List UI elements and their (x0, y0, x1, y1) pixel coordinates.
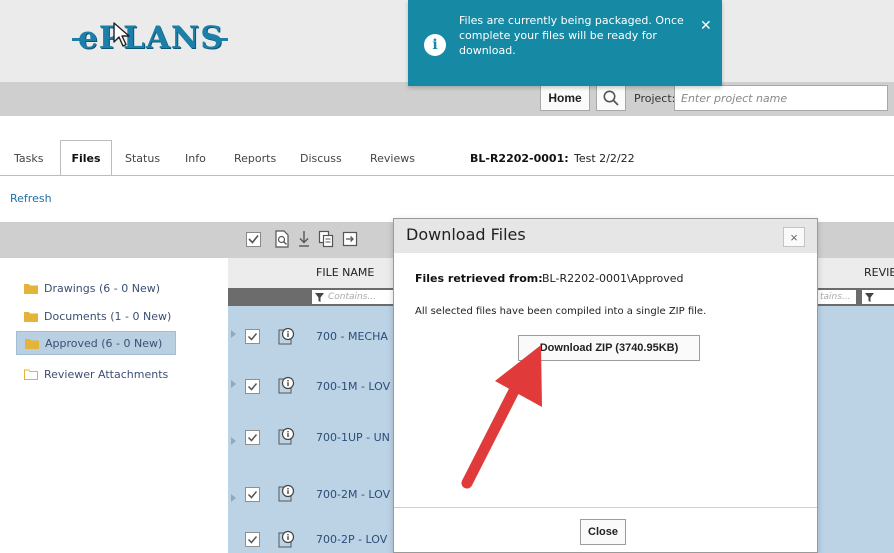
checkmark-icon (247, 491, 258, 499)
refresh-link[interactable]: Refresh (10, 192, 52, 205)
search-icon (603, 90, 619, 106)
file-name[interactable]: 700-1UP - UN (316, 431, 390, 444)
dialog-title: Download Files (406, 225, 526, 244)
logo-underline-left (72, 38, 82, 41)
record-title: Test 2/2/22 (574, 152, 635, 165)
close-button[interactable]: Close (580, 519, 626, 545)
info-icon: i (424, 34, 446, 56)
checkmark-icon (247, 333, 258, 341)
files-retrieved-path: BL-R2202-0001\Approved (542, 272, 684, 285)
tab-files[interactable]: Files (60, 140, 112, 176)
checkmark-icon (247, 434, 258, 442)
column-header-file-name[interactable]: FILE NAME (316, 266, 374, 279)
tab-status[interactable]: Status (125, 140, 160, 176)
files-retrieved-label: Files retrieved from: (415, 272, 543, 285)
logo-text: ePLANS (78, 20, 224, 56)
select-all-checkbox-icon[interactable] (245, 229, 263, 249)
project-search-input[interactable] (674, 85, 888, 111)
file-name-filter[interactable]: Contains... (312, 290, 394, 304)
compiled-message: All selected files have been compiled in… (415, 306, 707, 317)
file-info-icon[interactable] (276, 426, 296, 446)
checkmark-icon (247, 383, 258, 391)
file-name[interactable]: 700 - MECHA (316, 330, 388, 343)
filter-placeholder: Contains... (328, 292, 377, 302)
tab-divider (0, 175, 894, 176)
column-header-reviews[interactable]: REVIE (864, 266, 894, 279)
annotation-arrow-icon (461, 345, 542, 489)
file-name[interactable]: 700-1M - LOV (316, 380, 390, 393)
expand-row-icon[interactable] (231, 437, 236, 445)
folder-icon (25, 338, 39, 349)
filter-placeholder: tains... (820, 292, 851, 302)
file-name[interactable]: 700-2M - LOV (316, 488, 390, 501)
folder-icon (24, 283, 38, 294)
folder-label: Drawings (6 - 0 New) (44, 281, 160, 295)
folder-icon (24, 311, 38, 322)
project-label: Project: (634, 92, 676, 105)
folder-label: Reviewer Attachments (44, 367, 169, 381)
folder-documents[interactable]: Documents (1 - 0 New) (16, 304, 186, 328)
checkmark-icon (247, 536, 258, 544)
logo-underline-right (218, 38, 228, 41)
file-name[interactable]: 700-2P - LOV (316, 533, 387, 546)
reviews-left-filter[interactable]: tains... (818, 290, 856, 304)
eplans-logo[interactable]: ePLANS (72, 20, 228, 60)
expand-row-icon[interactable] (231, 330, 236, 338)
toast-close-icon[interactable]: ✕ (700, 18, 712, 34)
reviews-filter[interactable] (862, 290, 894, 304)
close-icon: × (790, 229, 798, 245)
home-button[interactable]: Home (540, 85, 590, 111)
tab-bar: Tasks Files Status Info Reports Discuss … (0, 140, 894, 176)
file-info-icon[interactable] (276, 483, 296, 503)
folder-outline-icon (24, 369, 38, 380)
move-file-icon[interactable] (341, 229, 359, 249)
file-info-icon[interactable] (276, 529, 296, 549)
row-checkbox[interactable] (245, 532, 260, 547)
download-icon[interactable] (295, 229, 313, 249)
folder-reviewer-attachments[interactable]: Reviewer Attachments (16, 362, 186, 386)
row-checkbox[interactable] (245, 430, 260, 445)
folder-approved[interactable]: Approved (6 - 0 New) (16, 331, 176, 355)
cursor-icon (113, 22, 130, 47)
tab-reviews[interactable]: Reviews (370, 140, 415, 176)
file-info-icon[interactable] (276, 375, 296, 395)
tab-info[interactable]: Info (185, 140, 206, 176)
tab-discuss[interactable]: Discuss (300, 140, 342, 176)
expand-row-icon[interactable] (231, 494, 236, 502)
dialog-close-button[interactable]: × (783, 227, 805, 247)
file-info-icon[interactable] (276, 326, 296, 346)
search-button[interactable] (596, 85, 626, 111)
dialog-footer-divider (394, 507, 817, 508)
folder-drawings[interactable]: Drawings (6 - 0 New) (16, 276, 176, 300)
expand-row-icon[interactable] (231, 380, 236, 388)
folder-label: Approved (6 - 0 New) (45, 336, 163, 350)
row-checkbox[interactable] (245, 379, 260, 394)
record-number: BL-R2202-0001: (470, 152, 569, 165)
packaging-toast: i Files are currently being packaged. On… (408, 0, 722, 86)
view-document-icon[interactable] (273, 229, 291, 249)
row-checkbox[interactable] (245, 329, 260, 344)
filter-icon (315, 292, 324, 302)
row-checkbox[interactable] (245, 487, 260, 502)
tab-tasks[interactable]: Tasks (14, 140, 43, 176)
toast-message: Files are currently being packaged. Once… (459, 14, 684, 57)
filter-icon (865, 292, 874, 302)
copy-icon[interactable] (317, 229, 335, 249)
folder-label: Documents (1 - 0 New) (44, 309, 172, 323)
tab-reports[interactable]: Reports (234, 140, 276, 176)
